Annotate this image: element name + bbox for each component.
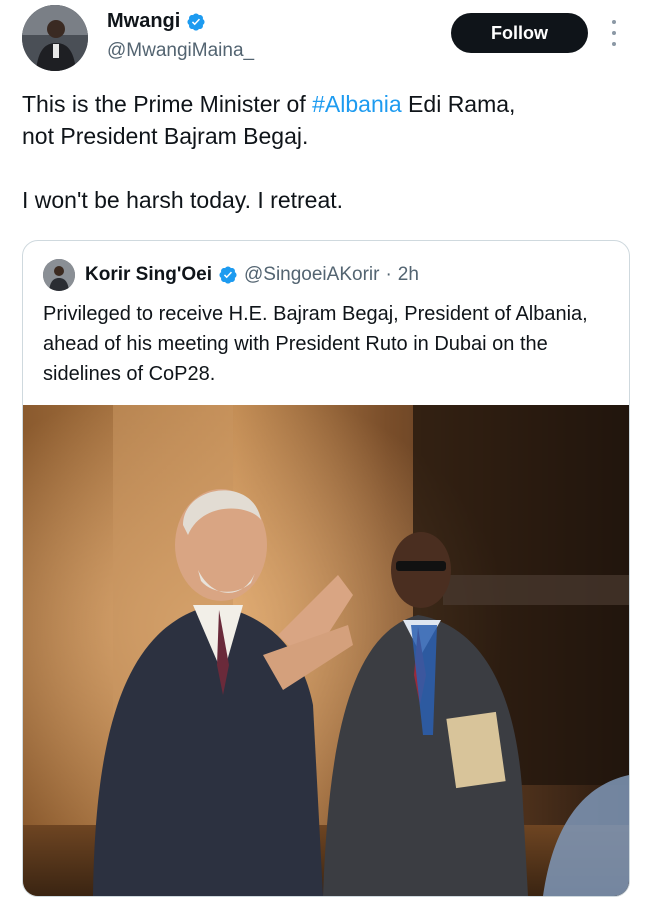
tweet-body: This is the Prime Minister of #Albania E… — [22, 88, 632, 216]
author-avatar-image — [22, 5, 88, 71]
tweet-paragraph-1: This is the Prime Minister of #Albania E… — [22, 88, 632, 152]
quoted-author-avatar[interactable] — [43, 259, 75, 291]
separator-dot: · — [385, 264, 392, 285]
quoted-author-avatar-image — [43, 259, 75, 291]
follow-button[interactable]: Follow — [451, 13, 588, 53]
quoted-tweet-header: Korir Sing'Oei @SingoeiAKorir · 2h — [43, 259, 419, 291]
tweet-header: Mwangi @MwangiMaina_ Follow — [0, 0, 649, 80]
author-avatar[interactable] — [22, 5, 88, 71]
more-dot — [612, 20, 616, 24]
author-display-name[interactable]: Mwangi — [107, 10, 180, 33]
quoted-tweet-card[interactable]: Korir Sing'Oei @SingoeiAKorir · 2h Privi… — [22, 240, 630, 897]
tweet-text-segment: Edi Rama, — [401, 91, 516, 117]
hashtag-link[interactable]: #Albania — [312, 91, 402, 117]
more-vertical-icon[interactable] — [610, 20, 618, 46]
more-dot — [612, 42, 616, 46]
verified-badge-icon — [219, 266, 237, 284]
quoted-timestamp[interactable]: 2h — [398, 264, 419, 286]
tweet-paragraph-2: I won't be harsh today. I retreat. — [22, 187, 344, 213]
tweet-text-segment: not President Bajram Begaj. — [22, 123, 309, 149]
author-handle[interactable]: @MwangiMaina_ — [107, 40, 254, 62]
quoted-author-name[interactable]: Korir Sing'Oei — [85, 264, 212, 286]
author-name-row: Mwangi — [107, 10, 206, 33]
quoted-tweet-photo[interactable] — [23, 405, 629, 896]
quoted-author-handle[interactable]: @SingoeiAKorir — [244, 264, 379, 286]
more-dot — [612, 31, 616, 35]
quoted-tweet-text: Privileged to receive H.E. Bajram Begaj,… — [43, 303, 588, 385]
photo-railing — [443, 575, 629, 605]
verified-badge-icon — [187, 12, 205, 31]
tweet-text-segment: This is the Prime Minister of — [22, 91, 313, 117]
